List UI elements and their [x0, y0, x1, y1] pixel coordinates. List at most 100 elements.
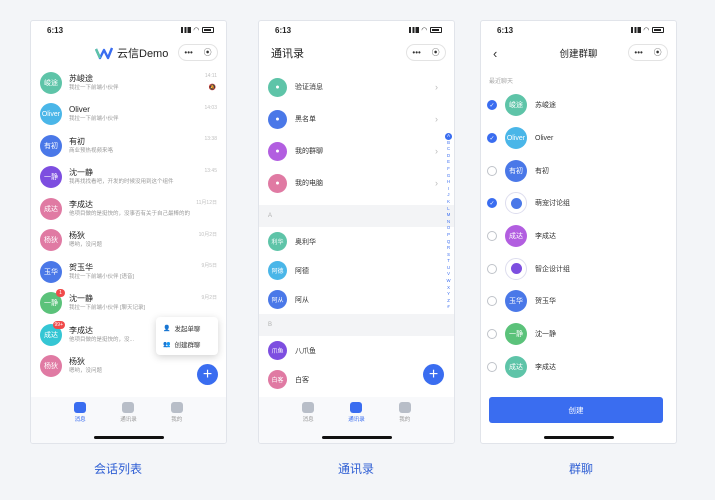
close-icon[interactable]: ⦿	[204, 47, 212, 58]
index-letter[interactable]: H	[447, 179, 450, 186]
index-letter[interactable]: R	[447, 245, 450, 252]
conversation-name: 贺玉华	[69, 262, 93, 272]
start-single-chat-item[interactable]: 👤 发起单聊	[156, 320, 218, 336]
index-letter[interactable]: T	[447, 258, 450, 265]
index-letter[interactable]: L	[447, 206, 449, 213]
member-select-item[interactable]: ✓ 峻途 苏峻途	[481, 89, 676, 122]
conversation-item[interactable]: 峻途 苏峻途 我拉一下前端小伙伴 14:11 🔕	[31, 67, 226, 99]
index-letter[interactable]: S	[447, 252, 450, 259]
checked-circle-icon[interactable]: ✓	[487, 133, 497, 144]
conversation-item[interactable]: 玉华 贺玉华 我拉一下前端小伙伴 [语音] 9月5日	[31, 256, 226, 288]
group-icon: 👥	[163, 341, 171, 348]
unchecked-circle-icon[interactable]	[487, 329, 497, 340]
function-icon: ●	[268, 109, 287, 129]
unchecked-circle-icon[interactable]	[487, 361, 497, 372]
index-letter[interactable]: V	[447, 271, 450, 278]
checked-circle-icon[interactable]: ✓	[487, 198, 497, 209]
create-group-screen: 6:13 ◠ ‹ 创建群聊 ••• ⦿ 最近聊天 ✓ 峻途 苏峻途 ✓ Oliver Ol…	[480, 20, 677, 444]
contact-item[interactable]: 利华 奥利华	[259, 227, 454, 256]
index-letter[interactable]: #	[447, 304, 449, 311]
member-select-item[interactable]: 有初 有初	[481, 154, 676, 187]
member-select-item[interactable]: 智企设计组	[481, 252, 676, 285]
signal-icon	[630, 27, 641, 33]
last-message: 嗯哟，没问题	[69, 242, 103, 249]
member-select-item[interactable]: ✓ Oliver Oliver	[481, 122, 676, 155]
index-letter[interactable]: M	[447, 212, 451, 219]
member-select-item[interactable]: 成达 李成达	[481, 220, 676, 253]
conversation-item[interactable]: 一静 沈一静 我再找找看吧，开发的时候没用到这个组件 13:45	[31, 162, 226, 194]
conversation-body: Oliver 我拉一下前端小伙伴	[69, 104, 219, 124]
unchecked-circle-icon[interactable]	[487, 296, 497, 307]
avatar: 白客	[268, 370, 287, 389]
index-letter[interactable]: Y	[447, 291, 450, 298]
index-letter[interactable]: Z	[447, 298, 450, 305]
avatar: 有初	[40, 134, 62, 157]
function-label: 黑名单	[295, 116, 316, 123]
create-group-item[interactable]: 👥 创建群聊	[156, 336, 218, 352]
index-letter[interactable]: O	[447, 225, 450, 232]
team-logo-icon	[510, 263, 522, 275]
create-button[interactable]: 创建	[489, 397, 663, 423]
member-select-item[interactable]: 一静 沈一静	[481, 318, 676, 351]
member-select-item[interactable]: 玉华 贺玉华	[481, 285, 676, 318]
unchecked-circle-icon[interactable]	[487, 165, 497, 176]
brand-name: 云信Demo	[117, 48, 169, 60]
conversation-item[interactable]: 一静 1 沈一静 我拉一下前端小伙伴 [聊天记录] 9月2日	[31, 288, 226, 320]
index-letter[interactable]: P	[447, 232, 450, 239]
timestamp: 14:03	[204, 104, 217, 111]
function-item[interactable]: ● 我的群聊 ›	[259, 135, 454, 167]
more-icon[interactable]: •••	[412, 48, 420, 57]
index-letter[interactable]: C	[447, 146, 450, 153]
unchecked-circle-icon[interactable]	[487, 263, 497, 274]
add-button[interactable]: +	[197, 364, 218, 385]
timestamp: 13:45	[204, 167, 217, 174]
battery-icon	[430, 27, 442, 33]
more-icon[interactable]: •••	[634, 48, 642, 57]
index-letter[interactable]: G	[447, 173, 450, 180]
contact-name: 白客	[295, 376, 309, 384]
checked-circle-icon[interactable]: ✓	[487, 100, 497, 111]
person-icon	[398, 402, 411, 413]
mute-bell-icon: 🔕	[208, 85, 216, 91]
index-letter[interactable]: W	[446, 278, 450, 285]
index-letter[interactable]: J	[447, 192, 449, 199]
member-select-item[interactable]: 成达 李成达	[481, 351, 676, 384]
add-popup-menu: 👤 发起单聊 👥 创建群聊	[156, 317, 218, 355]
conversation-item[interactable]: 成达 李成达 他项目做的是挺快的，没事否有关于自己最棒的的 11月12日	[31, 193, 226, 225]
member-name: 有初	[535, 167, 549, 175]
member-name: 李成达	[535, 363, 556, 371]
function-item[interactable]: ● 我的电脑 ›	[259, 167, 454, 199]
team-avatar-icon	[505, 257, 527, 280]
avatar-text: 成达	[44, 205, 58, 213]
conversation-item[interactable]: 杨狄 杨狄 嗯哟，没问题 10月2日	[31, 225, 226, 257]
index-letter[interactable]: Q	[447, 239, 450, 246]
index-letter[interactable]: B	[447, 140, 450, 147]
close-icon[interactable]: ⦿	[654, 47, 662, 58]
index-letter[interactable]: U	[447, 265, 450, 272]
function-item[interactable]: ● 验证消息 ›	[259, 71, 454, 103]
index-letter[interactable]: F	[447, 166, 450, 173]
conversation-name: 沈一静	[69, 168, 93, 178]
index-letter[interactable]: I	[448, 186, 449, 193]
more-icon[interactable]: •••	[184, 48, 192, 57]
conversation-item[interactable]: Oliver Oliver 我拉一下前端小伙伴 14:03	[31, 99, 226, 131]
unchecked-circle-icon[interactable]	[487, 231, 497, 242]
index-letter[interactable]: N	[447, 219, 450, 226]
contact-item[interactable]: 爪鱼 八爪鱼	[259, 336, 454, 365]
contact-item[interactable]: 阿从 阿从	[259, 285, 454, 314]
function-item[interactable]: ● 黑名单 ›	[259, 103, 454, 135]
index-letter[interactable]: A	[445, 133, 452, 140]
alphabet-index[interactable]: A B C D E F G H I J K L M N O P Q R S T U V W X Y Z #	[445, 133, 452, 311]
chat-bubble-icon	[74, 402, 87, 413]
index-letter[interactable]: E	[447, 159, 450, 166]
mini-program-capsule: ••• ⦿	[406, 44, 446, 61]
contact-item[interactable]: 阿德 阿德	[259, 256, 454, 285]
conversation-name: 杨狄	[69, 231, 85, 241]
index-letter[interactable]: K	[447, 199, 450, 206]
close-icon[interactable]: ⦿	[432, 47, 440, 58]
index-letter[interactable]: X	[447, 285, 450, 292]
add-button[interactable]: +	[423, 364, 444, 385]
conversation-item[interactable]: 有初 有初 商业预热视频来咯 13:38	[31, 130, 226, 162]
member-select-item[interactable]: ✓ 萌宠讨论组	[481, 187, 676, 220]
index-letter[interactable]: D	[447, 153, 450, 160]
